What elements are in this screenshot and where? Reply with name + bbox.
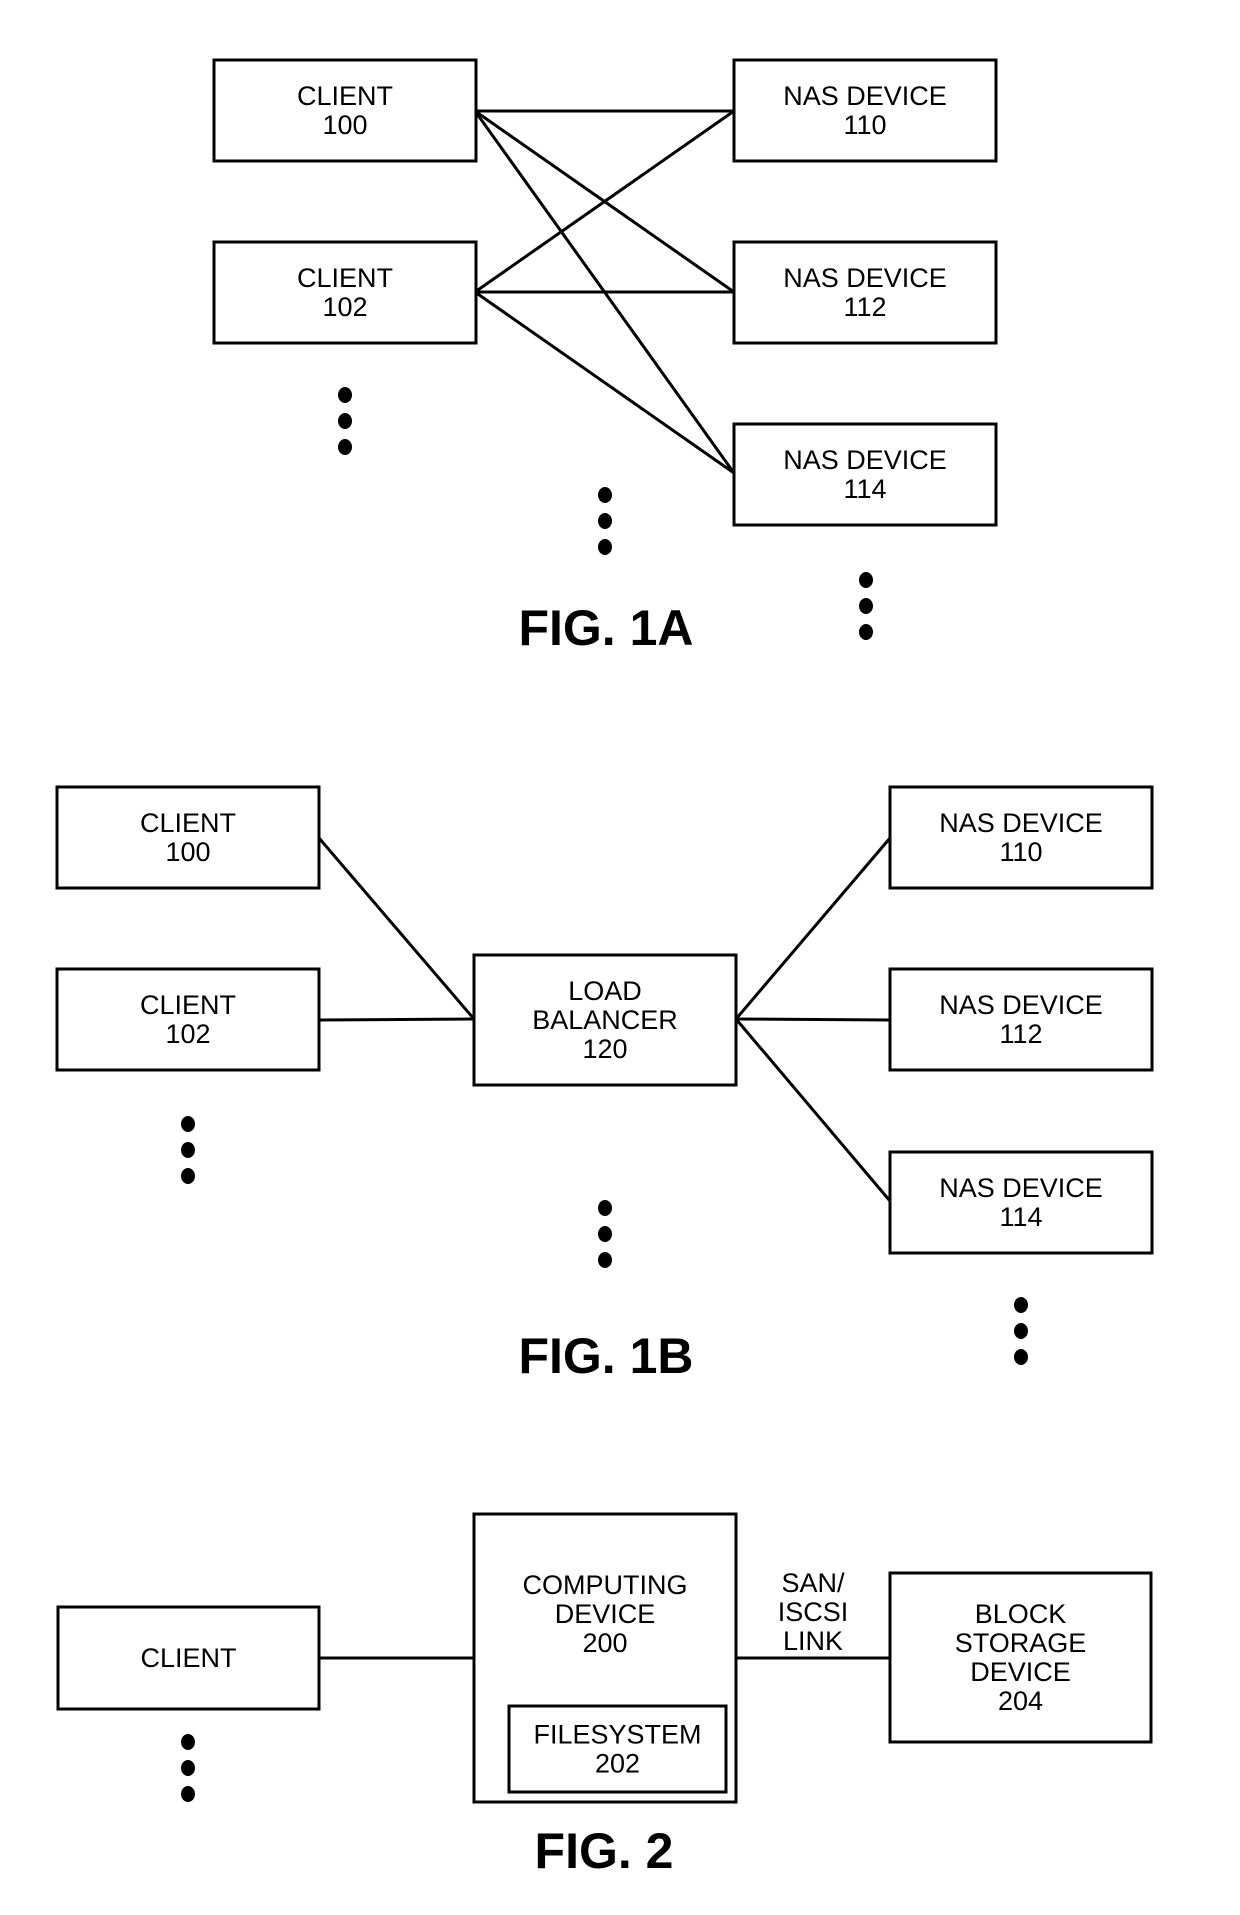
node-n112[interactable]: NAS DEVICE112 [732, 240, 998, 345]
edge-label-line: SAN/ [781, 1568, 845, 1598]
node-lb120-label-line: BALANCER [532, 1005, 678, 1035]
node-client-label-line: CLIENT [140, 1643, 236, 1673]
ellipsis-more-load-balancers-icon [598, 1200, 612, 1268]
ellipsis-dot [181, 1734, 195, 1750]
connection-c102-to-lb120 [318, 1017, 475, 1022]
ellipsis-dot [598, 1200, 612, 1216]
node-n114[interactable]: NAS DEVICE114 [732, 422, 998, 527]
node-c102-label-line: 102 [322, 292, 367, 322]
ellipsis-more-nas-devices-icon [1014, 1297, 1028, 1365]
node-c100[interactable]: CLIENT100 [55, 785, 321, 890]
node-lb120[interactable]: LOADBALANCER120 [472, 953, 738, 1087]
ellipsis-more-clients-icon [338, 387, 352, 455]
ellipsis-dot [859, 572, 873, 588]
node-n110[interactable]: NAS DEVICE110 [732, 58, 998, 163]
ellipsis-dot [859, 598, 873, 614]
fig1b-figure: CLIENT100CLIENT102LOADBALANCER120NAS DEV… [55, 785, 1154, 1384]
patent-figure-sheet: CLIENT100CLIENT102NAS DEVICE110NAS DEVIC… [55, 58, 1154, 1879]
ellipsis-dot [181, 1760, 195, 1776]
node-c100-label-line: CLIENT [140, 808, 236, 838]
node-c102[interactable]: CLIENT102 [212, 240, 478, 345]
ellipsis-dot [1014, 1297, 1028, 1313]
node-n114-label-line: NAS DEVICE [939, 1173, 1103, 1203]
node-bs204[interactable]: BLOCKSTORAGEDEVICE204 [888, 1571, 1153, 1744]
node-bs204-label-line: 204 [998, 1686, 1043, 1716]
ellipsis-dot [598, 487, 612, 503]
node-n114-label-line: 114 [999, 1202, 1042, 1232]
connection-lb120-to-n114 [734, 1018, 892, 1202]
node-n110-label-line: NAS DEVICE [783, 81, 947, 111]
node-fs202-label-line: FILESYSTEM [533, 1720, 701, 1750]
node-cd200-label-line: 200 [582, 1628, 627, 1658]
node-cd200-label-line: DEVICE [555, 1599, 656, 1629]
fig2-caption: FIG. 2 [535, 1823, 674, 1879]
node-fs202-label-line: 202 [595, 1749, 640, 1779]
node-cd200-label-line: COMPUTING [523, 1570, 688, 1600]
ellipsis-dot [181, 1168, 195, 1184]
connection-c100-to-lb120 [317, 837, 476, 1020]
fig1a-figure: CLIENT100CLIENT102NAS DEVICE110NAS DEVIC… [212, 58, 998, 656]
node-n114-label-line: NAS DEVICE [783, 445, 947, 475]
node-n114-label-line: 114 [843, 474, 886, 504]
node-lb120-label-line: LOAD [568, 976, 642, 1006]
ellipsis-dot [181, 1116, 195, 1132]
edge-label-san-iscsi-link: SAN/ISCSILINK [778, 1568, 849, 1656]
fig2-figure: CLIENTCOMPUTINGDEVICE200FILESYSTEM202BLO… [56, 1512, 1153, 1879]
node-c100-label-line: CLIENT [297, 81, 393, 111]
node-c102-label-line: 102 [165, 1019, 210, 1049]
fig1a-caption: FIG. 1A [518, 600, 693, 656]
node-c100-label-line: 100 [165, 837, 210, 867]
ellipsis-dot [598, 513, 612, 529]
node-bs204-label-line: STORAGE [955, 1628, 1087, 1658]
ellipsis-dot [181, 1142, 195, 1158]
node-bs204-label-line: BLOCK [975, 1599, 1067, 1629]
ellipsis-dot [181, 1786, 195, 1802]
ellipsis-dot [859, 624, 873, 640]
node-n112[interactable]: NAS DEVICE112 [888, 967, 1154, 1072]
node-n112-label-line: 112 [999, 1019, 1042, 1049]
ellipsis-dot [598, 539, 612, 555]
node-c102-label-line: CLIENT [297, 263, 393, 293]
ellipsis-more-nas-devices-icon [859, 572, 873, 640]
ellipsis-dot [338, 413, 352, 429]
node-c102[interactable]: CLIENT102 [55, 967, 321, 1072]
node-n112-label-line: 112 [843, 292, 886, 322]
node-n114[interactable]: NAS DEVICE114 [888, 1150, 1154, 1255]
ellipsis-dot [1014, 1349, 1028, 1365]
ellipsis-more-clients-icon [181, 1734, 195, 1802]
connection-lb120-to-n110 [734, 837, 892, 1020]
connection-lb120-to-n112 [735, 1017, 891, 1022]
ellipsis-more-connections-icon [598, 487, 612, 555]
fig1a-connections [473, 109, 736, 475]
node-n110[interactable]: NAS DEVICE110 [888, 785, 1154, 890]
edge-label-line: ISCSI [778, 1597, 849, 1627]
node-lb120-label-line: 120 [582, 1034, 627, 1064]
node-c100-label-line: 100 [322, 110, 367, 140]
fig1b-caption: FIG. 1B [518, 1328, 693, 1384]
ellipsis-more-clients-icon [181, 1116, 195, 1184]
node-client[interactable]: CLIENT [56, 1605, 321, 1711]
ellipsis-dot [338, 387, 352, 403]
connection-c102-to-n114 [474, 290, 735, 475]
ellipsis-dot [338, 439, 352, 455]
node-n110-label-line: 110 [999, 837, 1042, 867]
ellipsis-dot [598, 1252, 612, 1268]
edge-label-line: LINK [783, 1626, 843, 1656]
node-n110-label-line: NAS DEVICE [939, 808, 1103, 838]
node-fs202[interactable]: FILESYSTEM202 [507, 1704, 728, 1794]
node-c102-label-line: CLIENT [140, 990, 236, 1020]
node-bs204-label-line: DEVICE [970, 1657, 1071, 1687]
node-n112-label-line: NAS DEVICE [939, 990, 1103, 1020]
ellipsis-dot [1014, 1323, 1028, 1339]
node-c100[interactable]: CLIENT100 [212, 58, 478, 163]
node-n112-label-line: NAS DEVICE [783, 263, 947, 293]
node-n110-label-line: 110 [843, 110, 886, 140]
ellipsis-dot [598, 1226, 612, 1242]
